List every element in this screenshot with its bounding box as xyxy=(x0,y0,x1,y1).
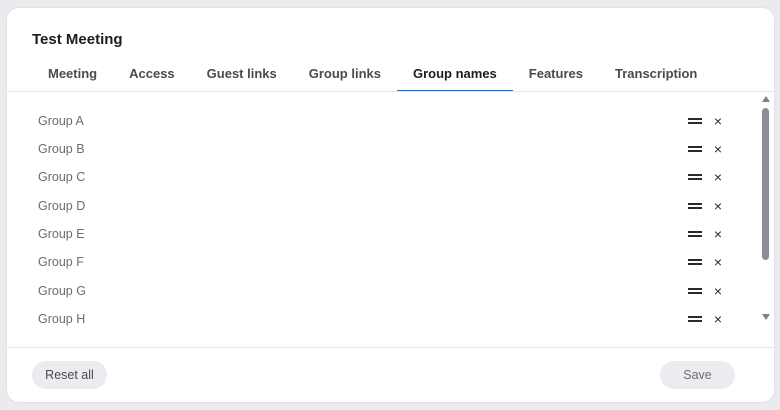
close-icon[interactable]: × xyxy=(712,199,724,213)
group-name-label: Group B xyxy=(38,142,85,156)
tab-guest-links[interactable]: Guest links xyxy=(191,60,293,92)
tab-meeting[interactable]: Meeting xyxy=(32,60,113,92)
list-item: Group G × xyxy=(38,281,724,301)
tab-features[interactable]: Features xyxy=(513,60,599,92)
tab-bar: Meeting Access Guest links Group links G… xyxy=(32,60,713,92)
scroll-up-arrow-icon[interactable] xyxy=(762,96,770,102)
close-icon[interactable]: × xyxy=(712,312,724,326)
list-item: Group B × xyxy=(38,139,724,159)
save-button[interactable]: Save xyxy=(660,361,735,389)
group-name-label: Group C xyxy=(38,170,86,184)
group-name-label: Group F xyxy=(38,255,84,269)
group-name-label: Group D xyxy=(38,199,86,213)
drag-handle-icon[interactable] xyxy=(688,202,702,210)
list-item: Group H × xyxy=(38,309,724,329)
drag-handle-icon[interactable] xyxy=(688,173,702,181)
close-icon[interactable]: × xyxy=(712,142,724,156)
close-icon[interactable]: × xyxy=(712,227,724,241)
list-item: Group E × xyxy=(38,224,724,244)
close-icon[interactable]: × xyxy=(712,114,724,128)
close-icon[interactable]: × xyxy=(712,170,724,184)
dialog-title: Test Meeting xyxy=(32,31,123,48)
drag-handle-icon[interactable] xyxy=(688,287,702,295)
drag-handle-icon[interactable] xyxy=(688,117,702,125)
scrollbar-thumb[interactable] xyxy=(762,108,769,260)
footer-divider xyxy=(7,347,774,348)
list-item: Group C × xyxy=(38,167,724,187)
group-name-label: Group H xyxy=(38,312,86,326)
drag-handle-icon[interactable] xyxy=(688,230,702,238)
close-icon[interactable]: × xyxy=(712,284,724,298)
close-icon[interactable]: × xyxy=(712,255,724,269)
list-scrollbar[interactable] xyxy=(761,96,771,320)
tab-access[interactable]: Access xyxy=(113,60,191,92)
meeting-settings-dialog: Test Meeting Meeting Access Guest links … xyxy=(7,8,774,402)
group-name-label: Group E xyxy=(38,227,85,241)
drag-handle-icon[interactable] xyxy=(688,315,702,323)
group-name-label: Group G xyxy=(38,284,86,298)
tab-group-names[interactable]: Group names xyxy=(396,60,513,92)
group-names-list: Group A × Group B × Group C × Group D × … xyxy=(7,92,774,347)
group-name-label: Group A xyxy=(38,114,84,128)
scroll-down-arrow-icon[interactable] xyxy=(762,314,770,320)
tab-group-links[interactable]: Group links xyxy=(293,60,397,92)
list-item: Group F × xyxy=(38,252,724,272)
list-item: Group D × xyxy=(38,196,724,216)
drag-handle-icon[interactable] xyxy=(688,258,702,266)
tab-transcription[interactable]: Transcription xyxy=(599,60,713,92)
reset-all-button[interactable]: Reset all xyxy=(32,361,107,389)
drag-handle-icon[interactable] xyxy=(688,145,702,153)
list-item: Group A × xyxy=(38,111,724,131)
